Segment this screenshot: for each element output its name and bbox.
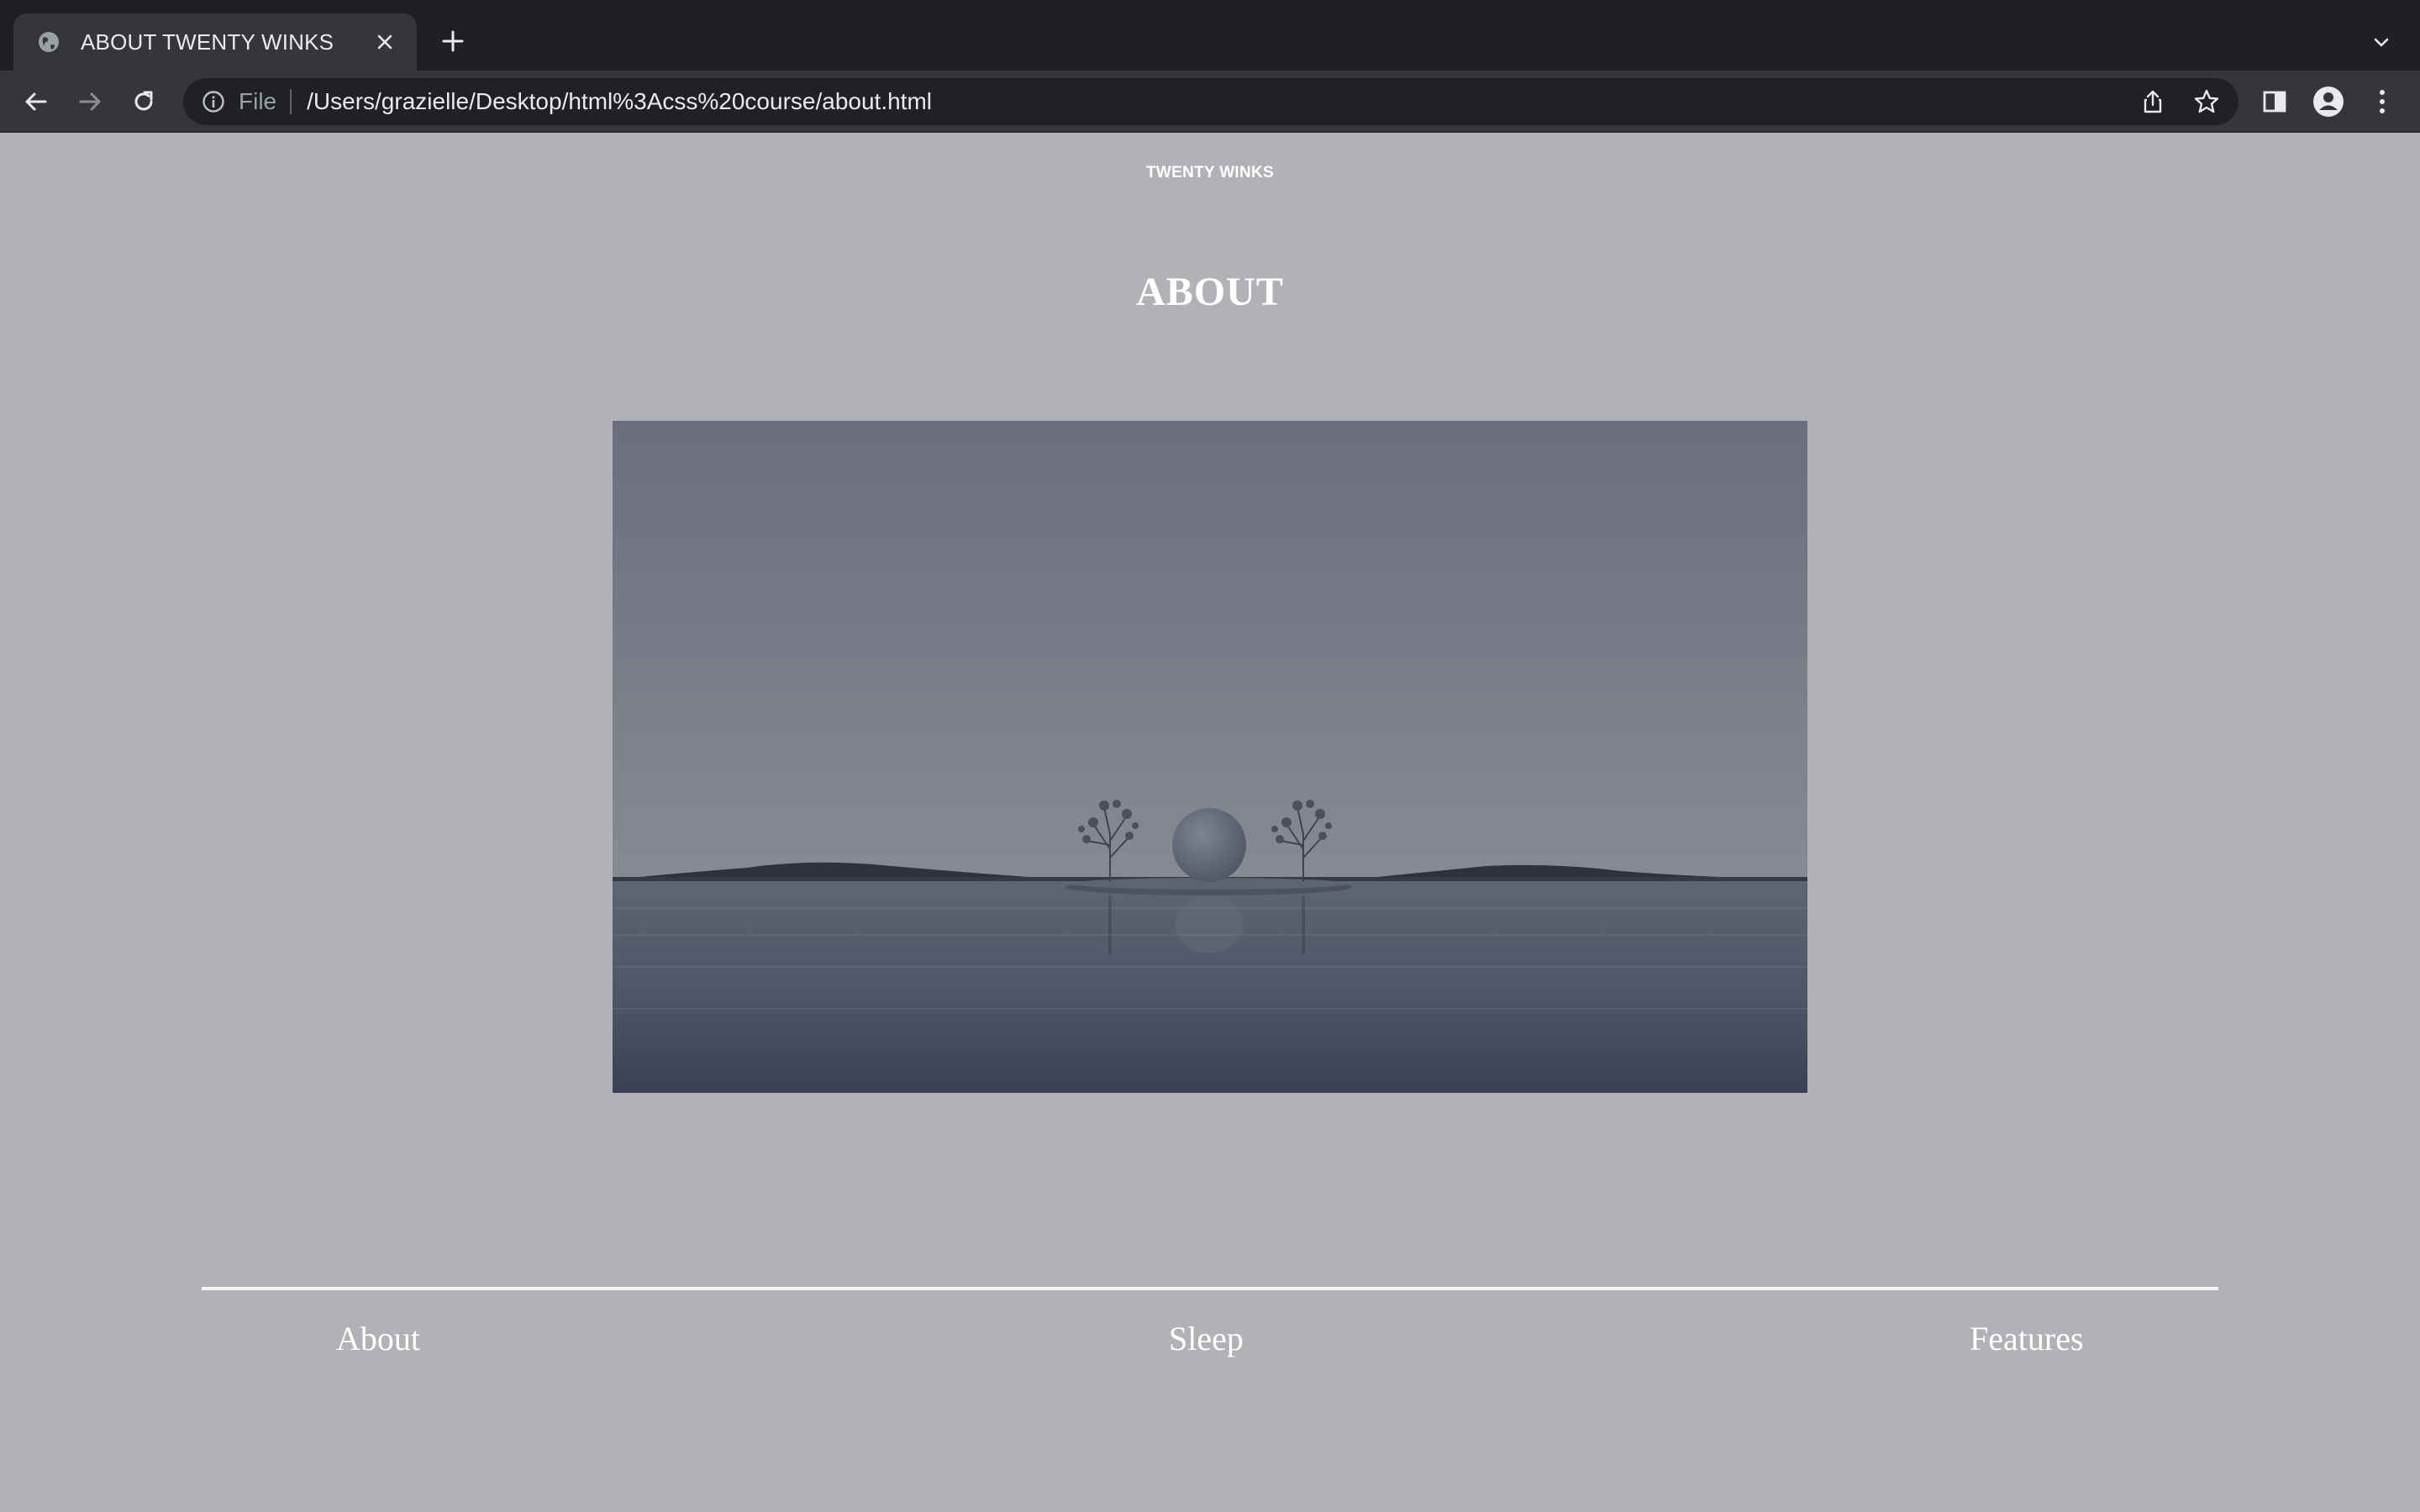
profile-button[interactable]: [2309, 82, 2348, 121]
browser-tabstrip: ABOUT TWENTY WINKS: [0, 0, 2420, 71]
new-tab-button[interactable]: [435, 24, 471, 59]
chevron-down-icon: [2371, 32, 2391, 52]
omnibox-divider: [290, 89, 292, 114]
kebab-menu-icon: [2377, 88, 2387, 115]
url-text[interactable]: /Users/grazielle/Desktop/html%3Acss%20co…: [307, 88, 932, 115]
page-title: ABOUT: [1136, 270, 1284, 314]
globe-icon: [35, 29, 62, 55]
arrow-left-icon: [23, 88, 50, 115]
browser-tab[interactable]: ABOUT TWENTY WINKS: [13, 13, 417, 71]
hero-image: [613, 421, 1807, 1093]
info-icon[interactable]: [200, 88, 227, 115]
side-panel-icon: [2262, 89, 2287, 114]
url-scheme-label: File: [239, 88, 277, 114]
footer-link-features[interactable]: Features: [1970, 1319, 2084, 1358]
tab-title: ABOUT TWENTY WINKS: [81, 29, 334, 55]
browser-toolbar: File /Users/grazielle/Desktop/html%3Acss…: [0, 71, 2420, 133]
plus-icon: [441, 29, 465, 53]
close-icon[interactable]: [371, 29, 398, 55]
address-bar[interactable]: File /Users/grazielle/Desktop/html%3Acss…: [183, 78, 2238, 125]
menu-button[interactable]: [2363, 82, 2402, 121]
profile-icon: [2312, 85, 2345, 118]
back-button[interactable]: [15, 81, 57, 123]
tab-search-button[interactable]: [2366, 27, 2396, 57]
side-panel-button[interactable]: [2255, 82, 2294, 121]
footer-divider: [202, 1287, 2218, 1290]
arrow-right-icon: [76, 88, 103, 115]
star-icon[interactable]: [2191, 87, 2222, 117]
reload-button[interactable]: [123, 81, 165, 123]
forward-button[interactable]: [69, 81, 111, 123]
page-content: TWENTY WINKS ABOUT About Sleep Features: [0, 133, 2420, 1512]
site-name: TWENTY WINKS: [1145, 164, 1275, 181]
share-icon[interactable]: [2138, 87, 2168, 117]
footer-link-about[interactable]: About: [336, 1319, 420, 1358]
reload-icon: [130, 88, 157, 115]
footer-link-sleep[interactable]: Sleep: [1169, 1319, 1244, 1358]
